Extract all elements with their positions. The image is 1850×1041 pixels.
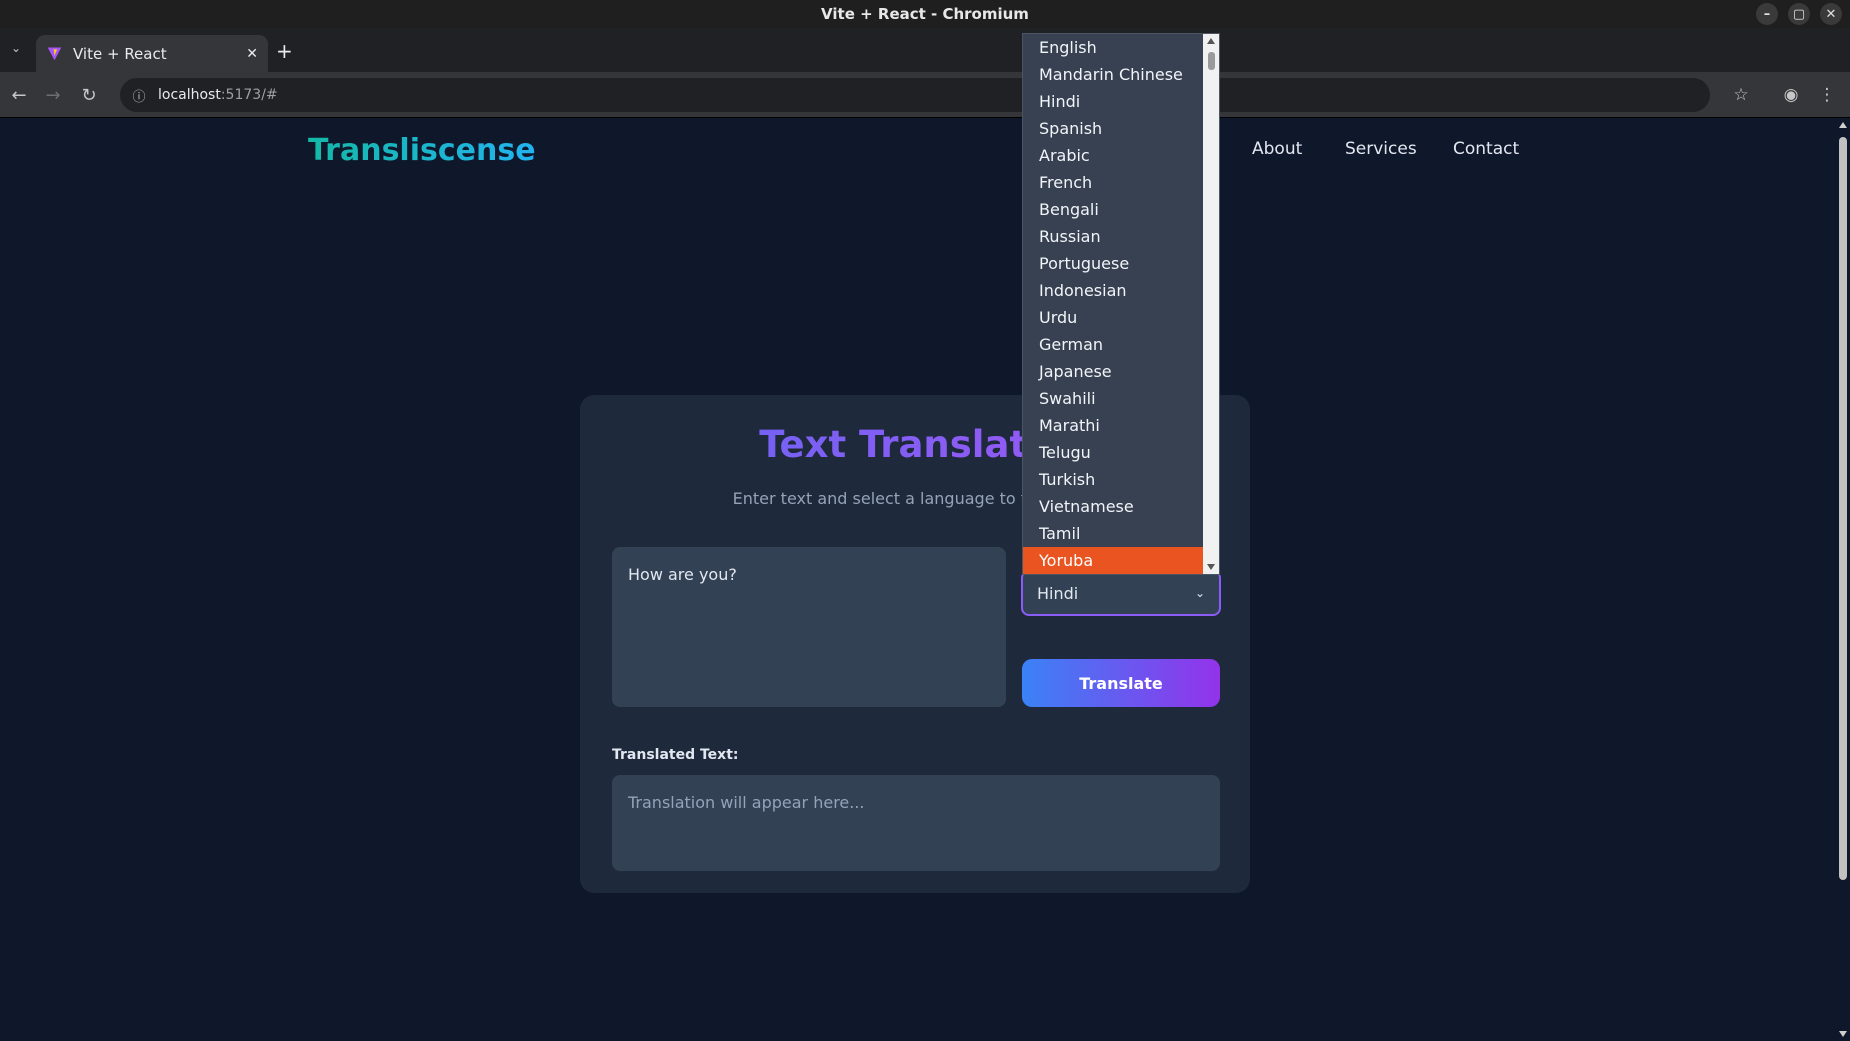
dropdown-option[interactable]: English <box>1023 34 1204 61</box>
chevron-down-icon: ⌄ <box>1194 586 1205 600</box>
dropdown-scroll-down-icon[interactable] <box>1207 564 1215 570</box>
tab-title: Vite + React <box>73 44 167 63</box>
tab-list-chevron-icon[interactable]: ⌄ <box>6 38 26 58</box>
tab-close-icon[interactable]: ✕ <box>246 46 258 62</box>
forward-arrow-icon[interactable]: → <box>40 82 66 108</box>
source-text-input[interactable]: How are you? <box>612 547 1006 707</box>
dropdown-option[interactable]: Mandarin Chinese <box>1023 61 1204 88</box>
dropdown-scroll-up-icon[interactable] <box>1207 38 1215 44</box>
output-label: Translated Text: <box>612 747 739 763</box>
dropdown-option[interactable]: Yoruba <box>1023 547 1204 574</box>
page-scrollbar[interactable] <box>1836 119 1850 1041</box>
url-text: localhost:5173/# <box>158 87 278 103</box>
window-controls: – ▢ ✕ <box>1756 3 1842 25</box>
url-host: localhost <box>158 87 221 103</box>
back-arrow-icon[interactable]: ← <box>6 82 32 108</box>
nav-link-about[interactable]: About <box>1252 139 1302 159</box>
site-logo[interactable]: Transliscense <box>308 133 536 168</box>
window-titlebar: Vite + React - Chromium – ▢ ✕ <box>0 0 1850 28</box>
new-tab-plus-icon[interactable]: + <box>276 41 293 61</box>
scroll-up-arrow-icon[interactable] <box>1839 122 1847 128</box>
dropdown-scroll-thumb[interactable] <box>1208 52 1215 70</box>
dropdown-option[interactable]: Japanese <box>1023 358 1204 385</box>
nav-link-contact[interactable]: Contact <box>1453 139 1519 159</box>
browser-toolbar: ← → ↻ ⓘ localhost:5173/# ☆ ◉ ⋮ <box>0 72 1850 118</box>
language-select[interactable]: Hindi ⌄ <box>1021 570 1221 616</box>
scroll-down-arrow-icon[interactable] <box>1839 1031 1847 1037</box>
dropdown-scrollbar[interactable] <box>1203 34 1219 574</box>
profile-icon[interactable]: ◉ <box>1778 82 1804 108</box>
dropdown-option[interactable]: French <box>1023 169 1204 196</box>
vite-logo-icon <box>47 47 62 61</box>
browser-tab[interactable]: Vite + React ✕ <box>36 35 268 72</box>
dropdown-option[interactable]: Portuguese <box>1023 250 1204 277</box>
language-dropdown-list[interactable]: English Mandarin Chinese Hindi Spanish Arabi… <box>1022 33 1220 575</box>
dropdown-option[interactable]: Telugu <box>1023 439 1204 466</box>
page: Transliscense About Services Contact Tex… <box>0 119 1836 1041</box>
dropdown-option[interactable]: Swahili <box>1023 385 1204 412</box>
selected-language: Hindi <box>1037 583 1079 603</box>
kebab-menu-icon[interactable]: ⋮ <box>1814 82 1840 108</box>
dropdown-option[interactable]: Hindi <box>1023 88 1204 115</box>
translated-text-output: Translation will appear here... <box>612 775 1220 871</box>
address-bar[interactable]: ⓘ localhost:5173/# <box>120 78 1710 112</box>
dropdown-option[interactable]: Arabic <box>1023 142 1204 169</box>
dropdown-option[interactable]: Vietnamese <box>1023 493 1204 520</box>
dropdown-option[interactable]: Marathi <box>1023 412 1204 439</box>
minimize-button[interactable]: – <box>1756 3 1778 25</box>
nav-link-services[interactable]: Services <box>1345 139 1417 159</box>
window-title: Vite + React - Chromium <box>821 5 1029 23</box>
dropdown-option[interactable]: Tamil <box>1023 520 1204 547</box>
dropdown-option[interactable]: German <box>1023 331 1204 358</box>
maximize-button[interactable]: ▢ <box>1788 3 1810 25</box>
star-icon[interactable]: ☆ <box>1728 82 1754 108</box>
dropdown-options: English Mandarin Chinese Hindi Spanish Arabi… <box>1023 34 1219 574</box>
dropdown-option[interactable]: Russian <box>1023 223 1204 250</box>
reload-icon[interactable]: ↻ <box>76 82 102 108</box>
dropdown-option[interactable]: Turkish <box>1023 466 1204 493</box>
url-path: :5173/# <box>220 87 278 103</box>
page-scroll-thumb[interactable] <box>1839 137 1847 880</box>
dropdown-option[interactable]: Spanish <box>1023 115 1204 142</box>
site-info-icon[interactable]: ⓘ <box>128 84 150 106</box>
dropdown-option[interactable]: Indonesian <box>1023 277 1204 304</box>
close-window-button[interactable]: ✕ <box>1820 3 1842 25</box>
tab-strip: ⌄ Vite + React ✕ + <box>0 28 1850 72</box>
translate-button[interactable]: Translate <box>1022 659 1220 707</box>
dropdown-option[interactable]: Urdu <box>1023 304 1204 331</box>
dropdown-option[interactable]: Bengali <box>1023 196 1204 223</box>
